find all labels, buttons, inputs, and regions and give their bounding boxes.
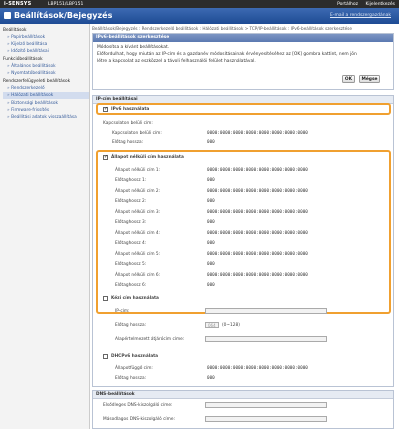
manual-prefix-input[interactable]: 064 (205, 322, 219, 328)
stateless-prefix-label: Előtaghossz 4: (115, 241, 147, 246)
stateless-prefix-label: Előtaghossz 2: (115, 199, 147, 204)
stateless-addr-label: Állapot nélküli cím 2: (115, 189, 161, 194)
sidebar-item-timer[interactable]: Időzítő beállításai (7, 49, 49, 54)
sidebar-item-display[interactable]: Kijelző beállítása (7, 42, 47, 47)
manual-gateway-input[interactable] (205, 336, 327, 342)
sidebar-item-restore[interactable]: Beállítási adatok visszaállítása (7, 115, 77, 120)
link-local-value: 0000:0000:0000:0000:0000:0000:0000:0000 (207, 131, 308, 136)
mail-admin-link[interactable]: E-mail a rendszergazdának (330, 13, 391, 18)
stateless-prefix-value: 000 (207, 262, 215, 267)
stateless-prefix-value: 000 (207, 220, 215, 225)
dhcpv6-checkbox[interactable] (103, 354, 108, 359)
top-links: Portálhoz Kijelentkezés (331, 2, 395, 7)
dhcpv6-addr-value: 0000:0000:0000:0000:0000:0000:0000:0000 (207, 366, 308, 371)
manual-address-label: Kézi cím használata (111, 296, 159, 301)
model-name: LBP151/LBP151 (48, 1, 84, 7)
dns-secondary-label: Másodlagos DNS-kiszolgáló címe: (103, 417, 175, 422)
sidebar-item-general[interactable]: Általános beállítások (7, 64, 56, 69)
dns-section: DNS-beállítások (92, 390, 394, 429)
sidebar-item-security[interactable]: Biztonsági beállítások (7, 101, 58, 106)
manual-prefix-range: (0~128) (222, 323, 240, 328)
sidebar-group-settings: Beállítások (3, 28, 27, 33)
stateless-addr-value: 0000:0000:0000:0000:0000:0000:0000:0000 (207, 231, 308, 236)
stateless-addr-label: Állapot nélküli cím 1: (115, 168, 161, 173)
stateless-addr-value: 0000:0000:0000:0000:0000:0000:0000:0000 (207, 273, 308, 278)
page-title: Beállítások/Bejegyzés (14, 11, 113, 20)
dns-section-title: DNS-beállítások (93, 391, 393, 399)
edit-panel: IPv6-beállítások szerkesztése Módosítsa … (92, 33, 394, 90)
settings-icon (4, 12, 11, 19)
link-local-label: Kapcsolaton belüli cím: (112, 131, 162, 136)
use-ipv6-label: IPv6 használata (111, 107, 150, 112)
dhcpv6-prefix-value: 000 (207, 376, 215, 381)
stateless-addr-label: Állapot nélküli cím 6: (115, 273, 161, 278)
manual-gateway-label: Alapértelmezett átjárócím címe: (115, 337, 185, 342)
manual-ip-label: IP-cím: (115, 309, 130, 314)
stateless-prefix-label: Előtaghossz 5: (115, 262, 147, 267)
portal-link[interactable]: Portálhoz (337, 2, 358, 7)
edit-message-3: létre a kapcsolat az eszközzel a távoli … (97, 59, 256, 64)
stateless-addr-label: Állapot nélküli cím 3: (115, 210, 161, 215)
dns-primary-label: Elsődleges DNS-kiszolgáló címe: (103, 403, 173, 408)
stateless-prefix-value: 000 (207, 178, 215, 183)
sidebar-item-system-manager[interactable]: Rendszerkezelő (7, 86, 45, 91)
link-local-header: Kapcsolaton belüli cím: (103, 121, 153, 126)
sidebar-group-system: Rendszerfelügyeleti beállítások (3, 79, 71, 84)
dns-secondary-input[interactable] (205, 416, 327, 422)
dns-primary-input[interactable] (205, 402, 327, 408)
edit-message-2: Előfordulhat, hogy miután az IP-cím és a… (97, 52, 357, 57)
manual-address-checkbox[interactable] (103, 296, 108, 301)
top-bar: i-SENSYS LBP151/LBP151 Portálhoz Kijelen… (0, 0, 399, 8)
dhcpv6-addr-label: Állapotfüggő cím: (115, 366, 153, 371)
stateless-label: Állapot nélküli cím használata (111, 155, 184, 160)
stateless-addr-value: 0000:0000:0000:0000:0000:0000:0000:0000 (207, 168, 308, 173)
link-local-prefix-value: 000 (207, 140, 215, 145)
manual-ip-input[interactable] (205, 308, 327, 314)
stateless-addr-value: 0000:0000:0000:0000:0000:0000:0000:0000 (207, 189, 308, 194)
title-bar: Beállítások/Bejegyzés E-mail a rendszerg… (0, 8, 399, 24)
dhcpv6-prefix-label: Előtag hossza: (115, 376, 147, 381)
stateless-prefix-label: Előtaghossz 6: (115, 283, 147, 288)
stateless-prefix-label: Előtaghossz 1: (115, 178, 147, 183)
stateless-prefix-label: Előtaghossz 3: (115, 220, 147, 225)
edit-message-1: Módosítsa a kívánt beállításokat. (97, 45, 170, 50)
manual-prefix-label: Előtag hossza: (115, 323, 147, 328)
sidebar-item-network[interactable]: Hálózati beállítások (3, 92, 89, 99)
sidebar-group-function: Funkcióbeállítások (3, 57, 43, 62)
stateless-addr-value: 0000:0000:0000:0000:0000:0000:0000:0000 (207, 252, 308, 257)
stateless-prefix-value: 000 (207, 283, 215, 288)
logout-link[interactable]: Kijelentkezés (365, 2, 395, 7)
edit-panel-title: IPv6-beállítások szerkesztése (93, 34, 393, 42)
brand-logo: i-SENSYS (4, 1, 32, 7)
stateless-addr-label: Állapot nélküli cím 5: (115, 252, 161, 257)
sidebar-item-firmware[interactable]: Firmware-frissítés (7, 108, 49, 113)
use-ipv6-checkbox[interactable] (103, 106, 108, 112)
stateless-checkbox[interactable] (103, 154, 108, 160)
cancel-button[interactable]: Mégse (359, 75, 380, 83)
sidebar: Beállítások Papírbeállítások Kijelző beá… (0, 24, 90, 429)
ok-button[interactable]: OK (342, 75, 355, 83)
sidebar-item-paper[interactable]: Papírbeállítások (7, 35, 45, 40)
link-local-prefix-label: Előtag hossza: (112, 140, 144, 145)
stateless-prefix-value: 000 (207, 241, 215, 246)
sidebar-item-printer[interactable]: Nyomtatóbeállítások (7, 71, 55, 76)
breadcrumb: Beállítások/Bejegyzés : Rendszerkezelő b… (92, 26, 352, 31)
dhcpv6-label: DHCPv6 használata (111, 354, 159, 359)
stateless-addr-value: 0000:0000:0000:0000:0000:0000:0000:0000 (207, 210, 308, 215)
stateless-prefix-value: 000 (207, 199, 215, 204)
stateless-addr-label: Állapot nélküli cím 4: (115, 231, 161, 236)
